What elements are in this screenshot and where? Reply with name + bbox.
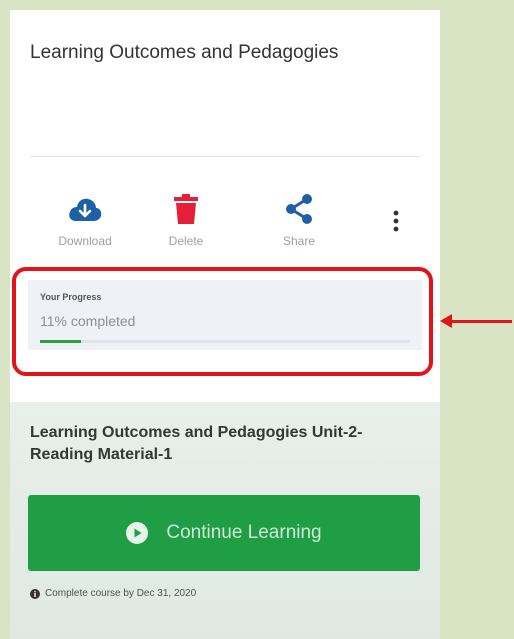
delete-label: Delete <box>168 234 204 248</box>
share-icon <box>254 190 344 228</box>
share-label: Share <box>282 234 316 248</box>
download-label: Download <box>58 234 112 248</box>
annotation-arrow-head <box>440 314 452 328</box>
trash-icon <box>141 190 231 228</box>
play-icon <box>126 522 149 544</box>
annotation-highlight-box <box>12 267 433 376</box>
info-icon <box>30 588 40 599</box>
delete-button[interactable]: Delete <box>141 190 231 248</box>
deadline-note: Complete course by Dec 31, 2020 <box>30 588 196 599</box>
continue-learning-button[interactable]: Continue Learning <box>28 495 420 571</box>
share-button[interactable]: Share <box>254 190 344 248</box>
deadline-text: Complete course by Dec 31, 2020 <box>45 588 197 599</box>
course-title: Learning Outcomes and Pedagogies Unit-2-… <box>30 424 363 463</box>
more-options-button[interactable] <box>386 208 406 238</box>
download-button[interactable]: Download <box>40 190 130 248</box>
divider <box>30 156 420 157</box>
cloud-download-icon <box>40 190 130 228</box>
page-title: Learning Outcomes and Pedagogies <box>30 42 339 63</box>
annotation-arrow <box>450 320 512 323</box>
course-section: Learning Outcomes and Pedagogies Unit-2-… <box>10 402 440 639</box>
action-bar: Download Delete Share <box>10 190 440 260</box>
continue-learning-label: Continue Learning <box>166 522 322 543</box>
more-vertical-icon <box>393 210 399 237</box>
